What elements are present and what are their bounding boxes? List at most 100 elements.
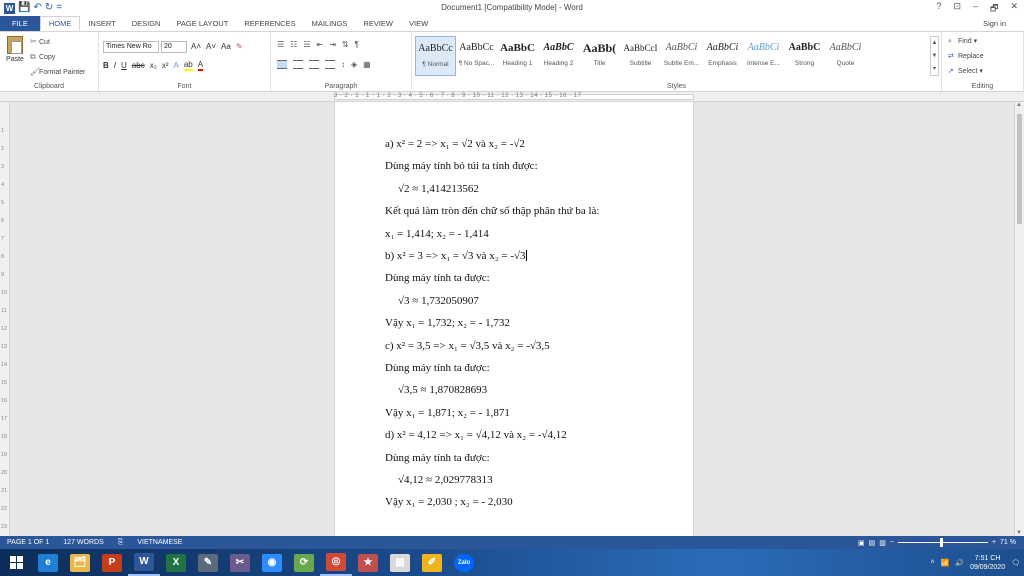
tab-review[interactable]: REVIEW	[355, 16, 401, 31]
scroll-up-icon[interactable]: ▲	[1016, 102, 1022, 108]
change-case-icon[interactable]: Aa	[221, 42, 231, 51]
shrink-font-icon[interactable]: A˅	[206, 42, 216, 51]
tab-insert[interactable]: INSERT	[80, 16, 123, 31]
undo-icon[interactable]: ↶	[33, 2, 41, 14]
show-marks-icon[interactable]: ¶	[355, 40, 359, 49]
select-button[interactable]: ➚ Select ▾	[948, 67, 983, 75]
taskbar-edge-button[interactable]: e	[32, 549, 64, 576]
print-layout-icon[interactable]: ▤	[869, 539, 876, 547]
document-line[interactable]: √3,5 ≈ 1,870828693	[398, 384, 487, 396]
close-icon[interactable]: ✕	[1010, 1, 1018, 17]
document-line[interactable]: Kết quả làm tròn đến chữ số thập phân th…	[385, 205, 599, 217]
document-line[interactable]: Dùng máy tính bỏ túi ta tính được:	[385, 160, 538, 172]
document-line[interactable]: √3 ≈ 1,732050907	[398, 295, 479, 307]
redo-icon[interactable]: ↻	[45, 2, 53, 14]
taskbar-zalo-button[interactable]: Zalo	[448, 549, 480, 576]
taskbar-word-button[interactable]: W	[128, 549, 160, 576]
clock[interactable]: 7:51 CH 09/09/2020	[970, 554, 1005, 572]
format-painter-button[interactable]: 🖌Format Painter	[30, 67, 85, 76]
save-icon[interactable]: 💾	[18, 2, 30, 14]
notifications-icon[interactable]: 🗨	[1011, 559, 1020, 567]
style-no-spacing[interactable]: AaBbCc ¶ No Spac...	[456, 36, 497, 76]
font-color-icon[interactable]: A	[197, 60, 204, 71]
document-line[interactable]: Vậy x₁ = 1,871; x₂ = - 1,871	[385, 407, 510, 419]
proofing-icon[interactable]: ⎘	[111, 539, 131, 547]
superscript-button[interactable]: x²	[162, 61, 169, 70]
copy-button[interactable]: ⧉ Copy	[30, 52, 55, 62]
italic-button[interactable]: I	[114, 61, 116, 70]
vertical-ruler[interactable]: 1 2 3 4 5 6 7 8 9 10 11 12 13 14 15 16 17 18 19 20 21 22 23	[0, 102, 10, 536]
font-name-box[interactable]: Times New Ro	[103, 41, 159, 53]
document-line[interactable]: Dùng máy tính ta được:	[385, 272, 490, 284]
borders-icon[interactable]: ▦	[363, 60, 371, 69]
document-page[interactable]: a) x² = 2 => x₁ = √2 và x₂ = -√2 Dùng máy…	[334, 102, 694, 536]
tray-chevron-icon[interactable]: ˄	[931, 559, 935, 566]
style-quote[interactable]: AaBbCi Quote	[825, 36, 866, 76]
taskbar-explorer-button[interactable]: 🗂	[64, 549, 96, 576]
styles-scroll[interactable]: ▲ ▼ ▾	[930, 36, 939, 76]
tab-home[interactable]: HOME	[39, 16, 81, 31]
highlight-icon[interactable]: ab	[183, 60, 193, 71]
find-button[interactable]: ⌕ Find ▾	[948, 37, 977, 46]
bullets-icon[interactable]: ☰	[277, 40, 284, 49]
align-left-icon[interactable]	[277, 60, 287, 69]
underline-button[interactable]: U	[121, 61, 127, 70]
zoom-out-icon[interactable]: −	[890, 539, 894, 546]
document-line[interactable]: Dùng máy tính ta được:	[385, 452, 490, 464]
taskbar-paint3d-button[interactable]: ✎	[192, 549, 224, 576]
restore-icon[interactable]: 🗗	[990, 1, 998, 17]
decrease-indent-icon[interactable]: ⇤	[317, 40, 324, 49]
tab-view[interactable]: VIEW	[401, 16, 436, 31]
style-intense-emphasis[interactable]: AaBbCi Intense E...	[743, 36, 784, 76]
style-title[interactable]: AaBb(Title	[579, 36, 620, 76]
zoom-in-icon[interactable]: +	[992, 539, 996, 546]
font-size-box[interactable]: 20	[161, 41, 187, 53]
align-center-icon[interactable]	[293, 60, 303, 69]
shading-icon[interactable]: ◈	[351, 60, 357, 69]
document-line[interactable]: c) x² = 3,5 => x₁ = √3,5 và x₂ = -√3,5	[385, 340, 550, 352]
document-line[interactable]: √4,12 ≈ 2,029778313	[398, 474, 493, 486]
style-heading-2[interactable]: AaBbC Heading 2	[538, 36, 579, 76]
bold-button[interactable]: B	[103, 61, 109, 70]
numbering-icon[interactable]: ☷	[290, 40, 297, 49]
style-subtitle[interactable]: AaBbCcI Subtitle	[620, 36, 661, 76]
zoom-level[interactable]: 71 %	[1000, 539, 1016, 546]
taskbar-zoom-button[interactable]: ◉	[256, 549, 288, 576]
tab-mailings[interactable]: MAILINGS	[304, 16, 356, 31]
document-line[interactable]: x₁ = 1,414; x₂ = - 1,414	[385, 228, 489, 240]
tab-references[interactable]: REFERENCES	[236, 16, 303, 31]
text-effects-icon[interactable]: A	[173, 61, 178, 70]
document-line[interactable]: Vậy x₁ = 2,030 ; x₂ = - 2,030	[385, 496, 513, 508]
document-line[interactable]: √2 ≈ 1,414213562	[398, 183, 479, 195]
web-layout-icon[interactable]: ▥	[879, 539, 886, 547]
style-normal[interactable]: AaBbCc ¶ Normal	[415, 36, 456, 76]
align-right-icon[interactable]	[309, 60, 319, 69]
vertical-scrollbar[interactable]: ▲ ▼	[1014, 102, 1024, 536]
justify-icon[interactable]	[325, 60, 335, 69]
taskbar-pinned-button[interactable]: ★	[352, 549, 384, 576]
taskbar-powerpoint-button[interactable]: P	[96, 549, 128, 576]
network-icon[interactable]: 📶	[941, 559, 950, 567]
clear-formatting-icon[interactable]: ✎	[236, 42, 243, 51]
taskbar-excel-button[interactable]: X	[160, 549, 192, 576]
document-line[interactable]: Dùng máy tính ta được:	[385, 362, 490, 374]
style-strong[interactable]: AaBbC Strong	[784, 36, 825, 76]
minimize-icon[interactable]: –	[973, 1, 978, 17]
line-spacing-icon[interactable]: ↕	[341, 60, 345, 69]
replace-button[interactable]: ⇄ Replace	[948, 52, 984, 60]
scroll-thumb[interactable]	[1017, 114, 1022, 224]
tab-file[interactable]: FILE	[0, 16, 40, 31]
style-emphasis[interactable]: AaBbCi Emphasis	[702, 36, 743, 76]
style-heading-1[interactable]: AaBbC Heading 1	[497, 36, 538, 76]
language-indicator[interactable]: VIETNAMESE	[130, 539, 189, 546]
taskbar-snip-button[interactable]: ✂	[224, 549, 256, 576]
sign-in-link[interactable]: Sign in	[983, 19, 1006, 28]
taskbar-geogebra-button[interactable]: ⟳	[288, 549, 320, 576]
zoom-slider[interactable]	[897, 538, 988, 547]
strikethrough-button[interactable]: abc	[132, 61, 145, 70]
multilevel-list-icon[interactable]: ☱	[303, 40, 310, 49]
volume-icon[interactable]: 🔊	[955, 559, 964, 567]
page-count[interactable]: PAGE 1 OF 1	[0, 539, 56, 546]
document-line[interactable]: a) x² = 2 => x₁ = √2 và x₂ = -√2	[385, 138, 525, 150]
increase-indent-icon[interactable]: ⇥	[329, 40, 336, 49]
